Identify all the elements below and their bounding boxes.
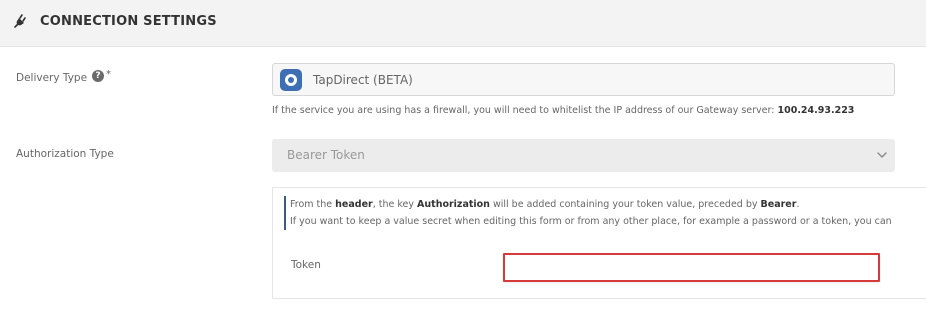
info-accent-bar — [284, 196, 286, 230]
info-line-2: If you want to keep a value secret when … — [290, 216, 892, 227]
delivery-type-label: Delivery Type — [16, 72, 88, 84]
gateway-ip: 100.24.93.223 — [777, 105, 855, 116]
firewall-note: If the service you are using has a firew… — [272, 105, 854, 116]
authorization-type-label: Authorization Type — [16, 148, 114, 160]
required-marker: * — [106, 69, 111, 80]
token-input[interactable] — [503, 253, 880, 282]
chevron-down-icon — [877, 152, 887, 158]
connection-settings-header: CONNECTION SETTINGS — [0, 0, 926, 47]
info-line-1: From the header, the key Authorization w… — [290, 199, 800, 210]
plug-icon — [14, 14, 26, 28]
delivery-type-field[interactable]: TapDirect (BETA) — [272, 63, 895, 96]
tapdirect-icon — [280, 69, 302, 91]
authorization-type-value: Bearer Token — [287, 148, 365, 162]
help-icon[interactable]: ? — [92, 70, 104, 82]
section-title: CONNECTION SETTINGS — [40, 14, 217, 29]
firewall-note-text: If the service you are using has a firew… — [272, 105, 778, 116]
token-label: Token — [291, 259, 321, 271]
delivery-type-value: TapDirect (BETA) — [313, 73, 413, 87]
authorization-type-select[interactable]: Bearer Token — [272, 139, 895, 172]
